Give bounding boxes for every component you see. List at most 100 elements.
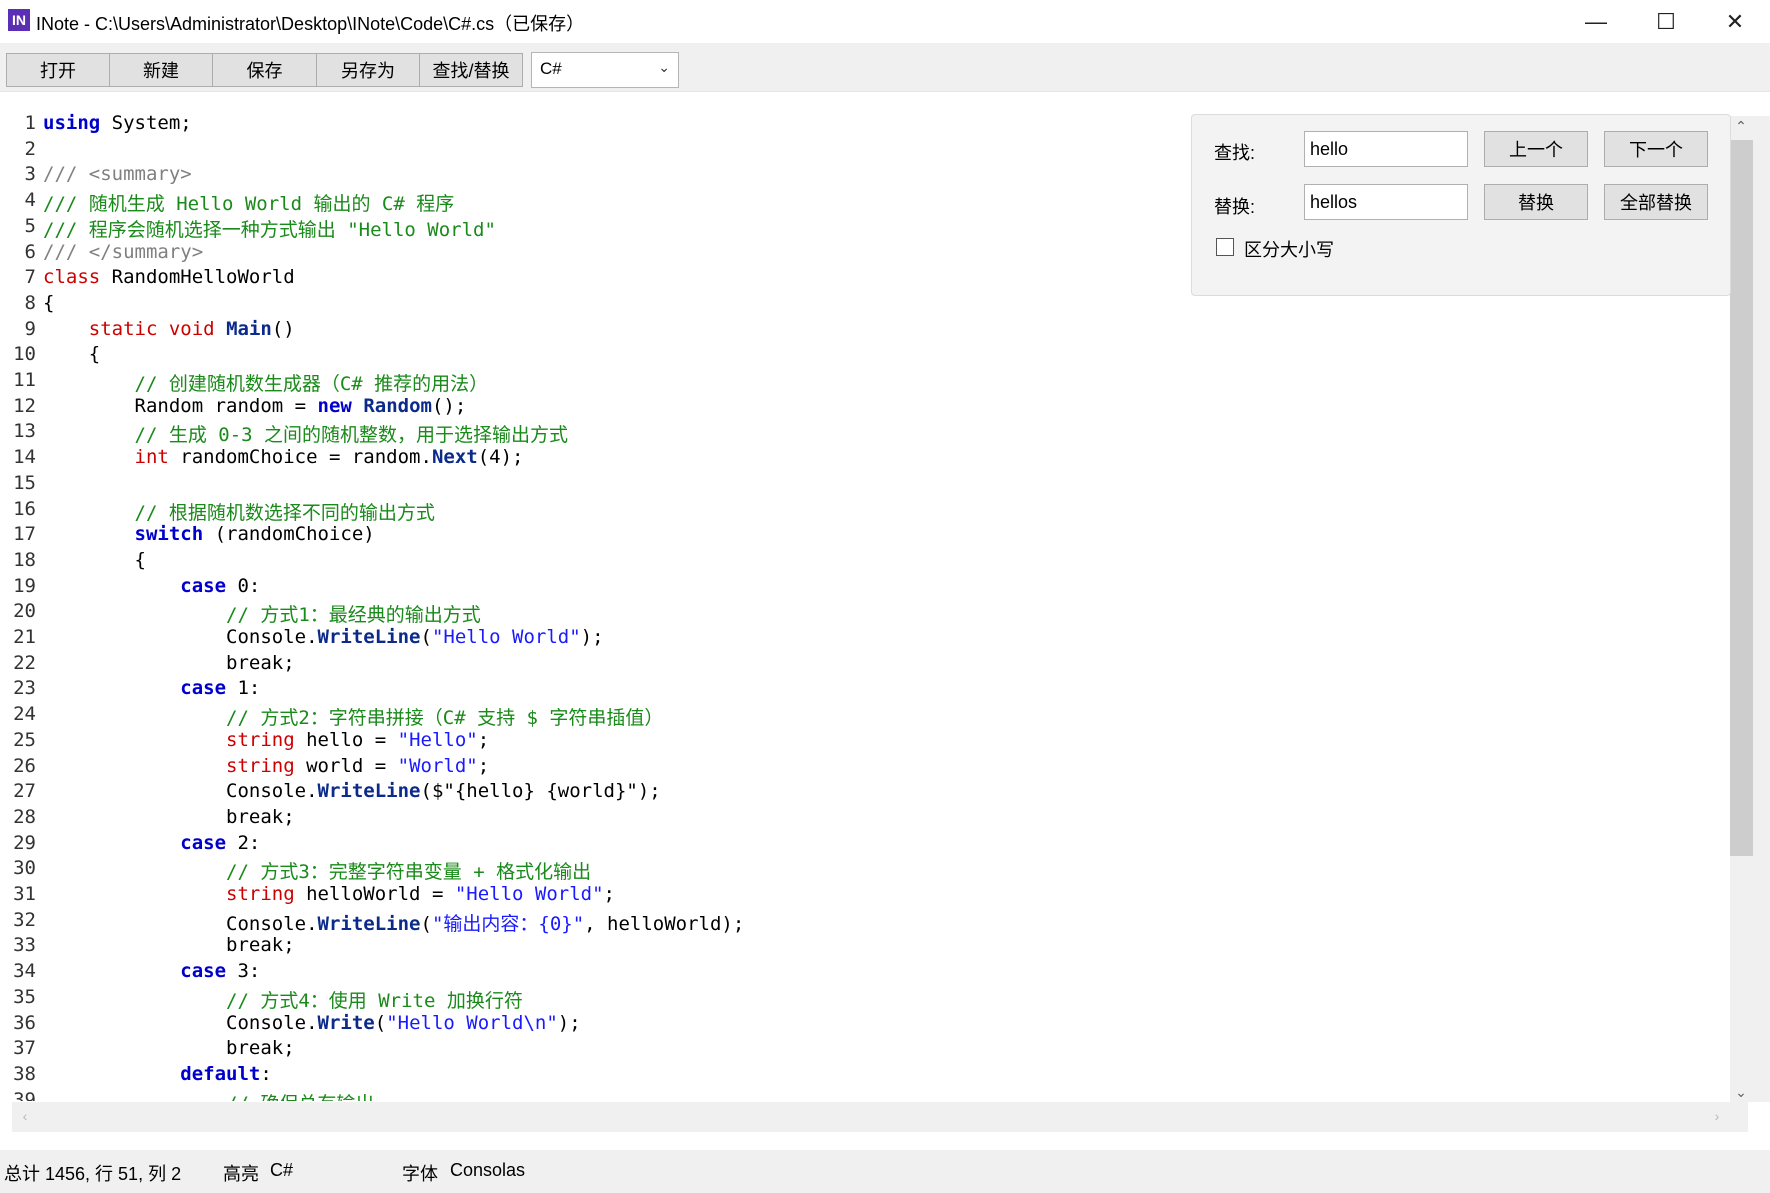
new-button[interactable]: 新建 [109, 53, 213, 87]
code-line[interactable]: break; [43, 652, 295, 674]
code-line[interactable]: static void Main() [43, 318, 295, 340]
line-number: 28 [13, 805, 36, 828]
replace-button[interactable]: 替换 [1484, 184, 1588, 220]
horizontal-scrollbar[interactable] [12, 1102, 1748, 1132]
code-line[interactable]: switch (randomChoice) [43, 523, 375, 545]
code-line[interactable]: case 2: [43, 832, 260, 854]
open-button[interactable]: 打开 [6, 53, 110, 87]
code-line[interactable]: break; [43, 1037, 295, 1059]
code-token: WriteLine [317, 780, 421, 803]
code-line[interactable]: // 方式3：完整字符串变量 + 格式化输出 [43, 857, 591, 884]
code-line[interactable]: // 方式4：使用 Write 加换行符 [43, 986, 523, 1013]
status-font-value: Consolas [450, 1160, 526, 1180]
code-line[interactable]: // 确保总有输出 [43, 1089, 374, 1101]
code-line[interactable]: case 0: [43, 575, 260, 597]
code-token: "Hello" [397, 728, 478, 751]
code-line[interactable]: string hello = "Hello"; [43, 729, 489, 751]
code-line[interactable]: class RandomHelloWorld [43, 266, 295, 288]
code-line[interactable]: using System; [43, 112, 192, 134]
line-number: 15 [13, 471, 36, 494]
vertical-scrollbar-thumb[interactable] [1730, 140, 1753, 856]
minimize-icon: — [1585, 8, 1607, 34]
code-line[interactable]: case 1: [43, 677, 260, 699]
status-highlight-label: 高亮 [223, 1164, 259, 1184]
code-token: { [43, 343, 101, 366]
code-token: ); [557, 1011, 581, 1034]
replace-label: 替换: [1214, 197, 1256, 217]
code-line[interactable]: string helloWorld = "Hello World"; [43, 883, 615, 905]
code-line[interactable]: // 方式1：最经典的输出方式 [43, 600, 481, 627]
code-token: break; [43, 805, 295, 828]
language-select[interactable]: C# ⌄ [531, 52, 679, 88]
code-line[interactable]: { [43, 343, 100, 365]
code-line[interactable]: /// </summary> [43, 241, 203, 263]
code-token: RandomHelloWorld [100, 266, 295, 289]
scroll-down-icon[interactable]: ⌄ [1730, 1084, 1752, 1101]
line-number: 30 [13, 857, 36, 880]
code-token: string [226, 754, 295, 777]
code-token: (randomChoice) [203, 523, 375, 546]
code-line[interactable]: { [43, 292, 54, 314]
code-line[interactable]: case 3: [43, 960, 260, 982]
scroll-up-icon[interactable]: ⌃ [1730, 118, 1752, 135]
code-line[interactable]: /// <summary> [43, 163, 192, 185]
code-token: using [43, 112, 101, 134]
find-replace-button[interactable]: 查找/替换 [419, 53, 523, 87]
save-button[interactable]: 保存 [212, 53, 317, 87]
code-token: , helloWorld); [584, 912, 745, 935]
code-token: break; [43, 1037, 295, 1060]
save-as-button[interactable]: 另存为 [316, 53, 420, 87]
next-button[interactable]: 下一个 [1604, 131, 1708, 167]
previous-button[interactable]: 上一个 [1484, 131, 1588, 167]
code-line[interactable]: { [43, 549, 146, 571]
code-token: ); [580, 626, 604, 648]
replace-all-button[interactable]: 全部替换 [1604, 184, 1708, 220]
code-line[interactable]: string world = "World"; [43, 755, 489, 777]
find-input[interactable] [1304, 131, 1468, 167]
code-line[interactable]: // 生成 0-3 之间的随机整数，用于选择输出方式 [43, 420, 569, 447]
app-logo-icon: IN [8, 9, 30, 31]
code-line[interactable]: Console.WriteLine($"{hello} {world}"); [43, 780, 661, 802]
code-token: case [180, 960, 227, 983]
code-line[interactable]: Random random = new Random(); [43, 394, 467, 417]
find-label: 查找: [1214, 143, 1256, 163]
line-number: 38 [13, 1062, 36, 1085]
line-number: 4 [24, 189, 36, 212]
scroll-left-icon[interactable]: ‹ [14, 1108, 36, 1124]
language-select-value: C# [540, 59, 562, 78]
case-sensitive-checkbox[interactable] [1216, 238, 1234, 256]
code-line[interactable]: Console.Write("Hello World\n"); [43, 1012, 581, 1034]
code-line[interactable]: Console.WriteLine("Hello World"); [43, 626, 604, 648]
code-line[interactable]: // 方式2：字符串拼接（C# 支持 $ 字符串插值） [43, 703, 663, 730]
minimize-button[interactable]: — [1561, 0, 1631, 43]
code-line[interactable]: /// 程序会随机选择一种方式输出 "Hello World" [43, 215, 496, 242]
code-line[interactable]: // 创建随机数生成器（C# 推荐的用法） [43, 369, 489, 396]
code-line[interactable]: int randomChoice = random.Next(4); [43, 446, 524, 468]
line-number: 11 [13, 369, 36, 391]
code-line[interactable]: /// 随机生成 Hello World 输出的 C# 程序 [43, 189, 454, 216]
code-token: (); [431, 394, 467, 417]
scroll-right-icon[interactable]: › [1706, 1108, 1728, 1124]
code-token: case [180, 831, 227, 854]
code-line[interactable]: break; [43, 806, 295, 828]
code-token: // 方式4：使用 Write 加换行符 [226, 989, 523, 1012]
status-font-label: 字体 [402, 1164, 438, 1184]
line-number: 26 [13, 754, 36, 777]
code-line[interactable]: // 根据随机数选择不同的输出方式 [43, 498, 435, 525]
code-token: class [43, 266, 101, 289]
close-button[interactable]: ✕ [1700, 0, 1770, 43]
line-number: 20 [13, 600, 36, 623]
maximize-button[interactable]: ☐ [1631, 0, 1701, 43]
code-token: Console. [43, 626, 318, 648]
maximize-icon: ☐ [1656, 8, 1676, 34]
line-number: 33 [13, 934, 36, 957]
code-line[interactable]: Console.WriteLine("输出内容：{0}", helloWorld… [43, 909, 744, 936]
replace-input[interactable] [1304, 184, 1468, 220]
line-number: 25 [13, 728, 36, 751]
code-token: helloWorld = [294, 883, 455, 905]
code-line[interactable]: break; [43, 934, 295, 956]
code-line[interactable]: default: [43, 1063, 272, 1085]
